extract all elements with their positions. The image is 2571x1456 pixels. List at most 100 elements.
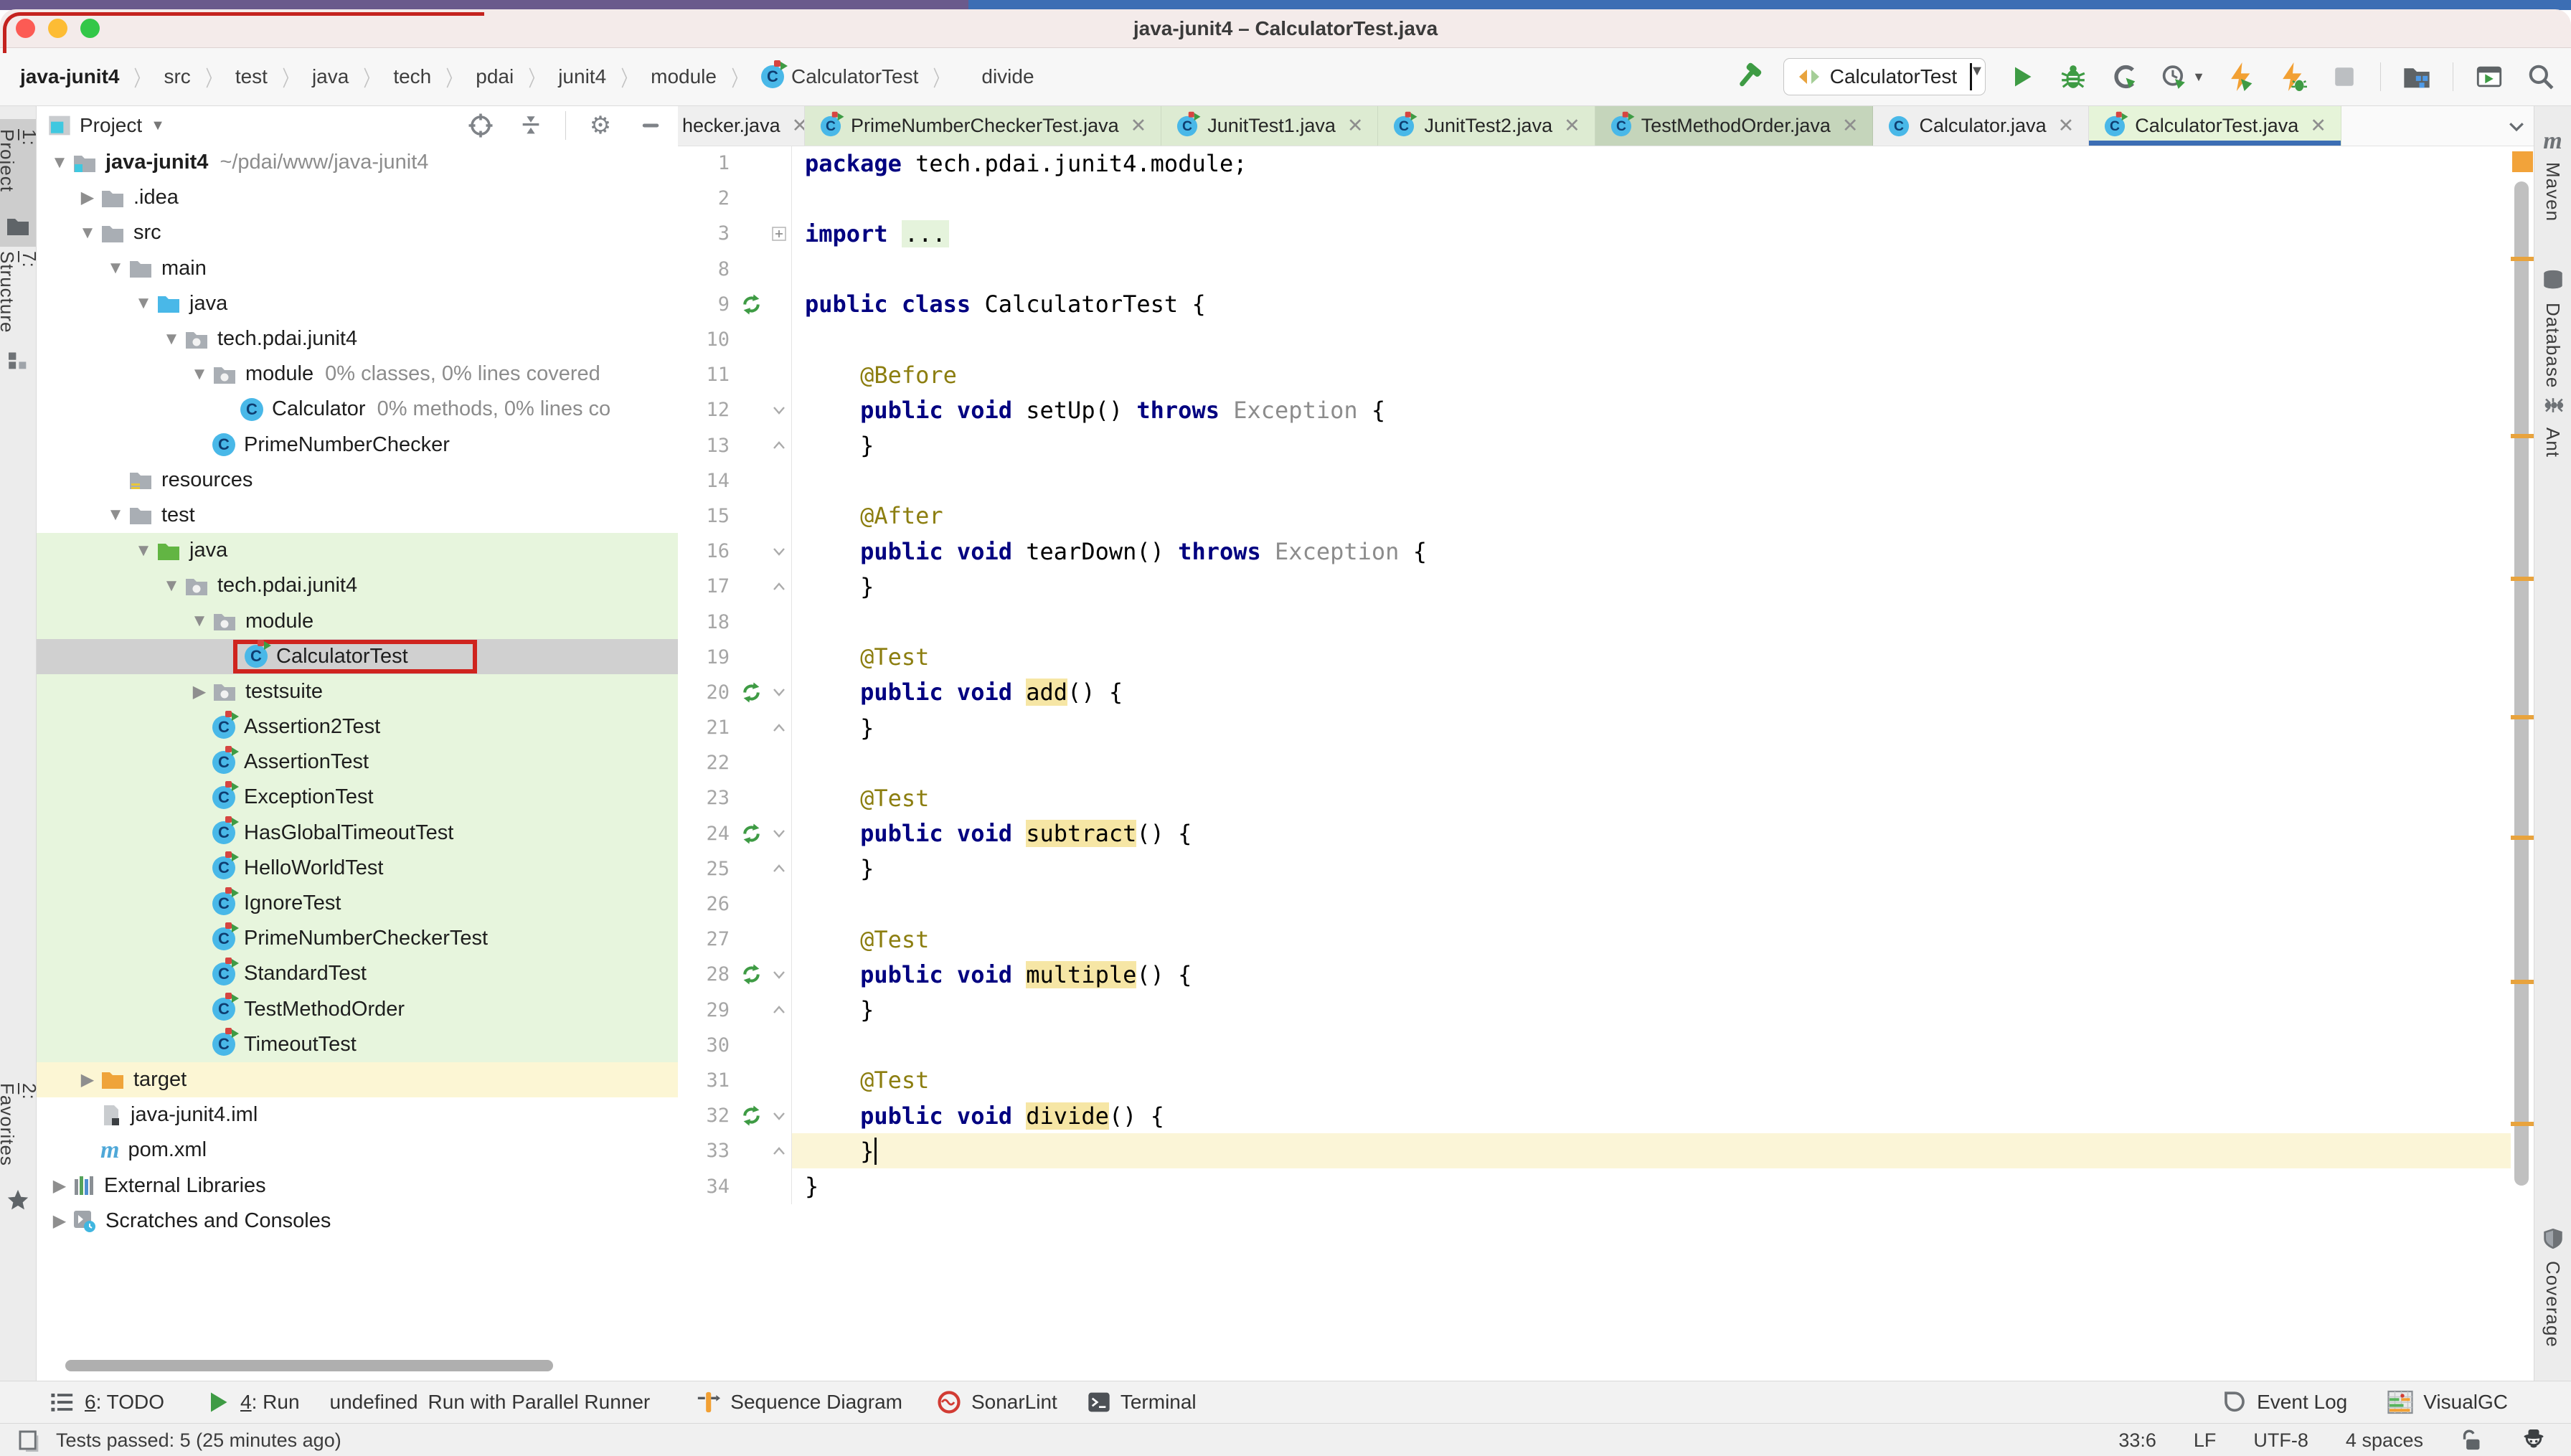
code-line-8[interactable]: 8 [678, 251, 2511, 287]
code-line-13[interactable]: 13 } [678, 427, 2511, 463]
breadcrumb-item-pdai[interactable]: pdai [474, 62, 515, 91]
fold-marker-icon[interactable] [767, 216, 792, 252]
breadcrumb-item-junit4[interactable]: junit4 [557, 62, 608, 91]
scrollbar-warning-mark[interactable] [2511, 980, 2534, 984]
chevron-expanded-icon[interactable]: ▼ [103, 505, 128, 525]
close-tab-icon[interactable]: ✕ [1347, 115, 1364, 137]
fold-marker-icon[interactable] [767, 957, 792, 993]
code-line-12[interactable]: 12 public void setUp() throws Exception … [678, 392, 2511, 428]
tree-item-AssertionTest[interactable]: C AssertionTest [37, 744, 678, 780]
search-everywhere-button[interactable] [2525, 61, 2557, 93]
breadcrumb-item-module[interactable]: module [649, 62, 718, 91]
file-encoding[interactable]: UTF-8 [2253, 1429, 2308, 1452]
close-tab-icon[interactable]: ✕ [1842, 115, 1859, 137]
breadcrumb-item-CalculatorTest[interactable]: C CalculatorTest [760, 60, 920, 91]
stripe-favorites-button[interactable]: 2: Favorites [0, 1073, 40, 1222]
code-line-18[interactable]: 18 [678, 604, 2511, 640]
tree-item-target[interactable]: ▶ target [37, 1062, 678, 1098]
chevron-expanded-icon[interactable]: ▼ [131, 541, 156, 561]
run-test-gutter-icon[interactable] [735, 963, 767, 985]
fold-marker-icon[interactable] [767, 1098, 792, 1134]
fold-marker-icon[interactable] [767, 427, 792, 463]
chevron-expanded-icon[interactable]: ▼ [75, 223, 100, 243]
tree-item-StandardTest[interactable]: C StandardTest [37, 956, 678, 992]
tree-item-External Libraries[interactable]: ▶ External Libraries [37, 1168, 678, 1203]
tree-item-testsuite[interactable]: ▶ testsuite [37, 673, 678, 709]
coverage-report-button[interactable] [2401, 61, 2433, 93]
stripe-project-button[interactable]: 1: Project [0, 119, 40, 247]
line-separator[interactable]: LF [2194, 1429, 2217, 1452]
profiler-button[interactable]: ▼ [2161, 63, 2205, 90]
toolwindow-button-event-log[interactable]: Event Log [2222, 1390, 2347, 1414]
debug-button[interactable] [2057, 61, 2089, 93]
code-line-1[interactable]: 1 package tech.pdai.junit4.module; [678, 146, 2511, 181]
code-line-20[interactable]: 20 public void add() { [678, 674, 2511, 710]
build-hammer-button[interactable] [1732, 61, 1763, 93]
code-line-25[interactable]: 25 } [678, 851, 2511, 887]
code-line-14[interactable]: 14 [678, 463, 2511, 498]
scrollbar-warning-mark[interactable] [2511, 715, 2534, 719]
run-button[interactable] [2006, 61, 2037, 93]
close-tab-icon[interactable]: ✕ [2310, 115, 2326, 137]
tree-item-ExceptionTest[interactable]: C ExceptionTest [37, 780, 678, 816]
code-line-27[interactable]: 27 @Test [678, 922, 2511, 958]
code-line-10[interactable]: 10 [678, 321, 2511, 358]
toolwindow-button-sonarlint[interactable]: SonarLint [937, 1390, 1057, 1414]
run-configuration-combo[interactable]: CalculatorTest ▼ [1783, 58, 1986, 95]
chevron-expanded-icon[interactable]: ▼ [187, 364, 212, 384]
fold-marker-icon[interactable] [767, 674, 792, 710]
code-line-34[interactable]: 34} [678, 1168, 2511, 1204]
fold-marker-icon[interactable] [767, 392, 792, 428]
tree-item-test[interactable]: ▼ test [37, 498, 678, 533]
close-tab-icon[interactable]: ✕ [1131, 115, 1147, 137]
tree-item-.idea[interactable]: ▶ .idea [37, 180, 678, 215]
chevron-expanded-icon[interactable]: ▼ [47, 153, 72, 173]
tree-item-pom.xml[interactable]: m pom.xml [37, 1133, 678, 1168]
chevron-collapsed-icon[interactable]: ▶ [187, 681, 212, 702]
tree-item-Scratches and Consoles[interactable]: ▶ Scratches and Consoles [37, 1204, 678, 1239]
code-line-24[interactable]: 24 public void subtract() { [678, 816, 2511, 851]
code-line-16[interactable]: 16 public void tearDown() throws Excepti… [678, 534, 2511, 569]
run-test-gutter-icon[interactable] [735, 1105, 767, 1127]
fold-marker-icon[interactable] [767, 569, 792, 605]
caret-position[interactable]: 33:6 [2118, 1429, 2156, 1452]
tree-item-Assertion2Test[interactable]: C Assertion2Test [37, 709, 678, 745]
fold-marker-icon[interactable] [767, 1133, 792, 1169]
stripe-ant-button[interactable]: Ant [2534, 383, 2571, 468]
scrollbar-warning-mark[interactable] [2511, 836, 2534, 840]
chevron-collapsed-icon[interactable]: ▶ [75, 187, 100, 208]
code-line-15[interactable]: 15 @After [678, 498, 2511, 534]
editor-tab-JunitTest1.java[interactable]: C JunitTest1.java ✕ [1161, 106, 1379, 146]
tree-item-Calculator[interactable]: C Calculator 0% methods, 0% lines co [37, 392, 678, 427]
run-test-gutter-icon[interactable] [735, 681, 767, 704]
chevron-expanded-icon[interactable]: ▼ [187, 611, 212, 631]
fold-marker-icon[interactable] [767, 851, 792, 887]
code-line-3[interactable]: 3 import ... [678, 216, 2511, 252]
chevron-collapsed-icon[interactable]: ▶ [75, 1069, 100, 1090]
stop-button[interactable] [2329, 61, 2360, 93]
code-line-23[interactable]: 23 @Test [678, 780, 2511, 816]
toolwindow-button-4-run[interactable]: 4: Run [204, 1389, 300, 1415]
tree-item-src[interactable]: ▼ src [37, 215, 678, 250]
code-line-28[interactable]: 28 public void multiple() { [678, 957, 2511, 993]
tree-item-CalculatorTest[interactable]: C CalculatorTest [37, 638, 678, 674]
stripe-structure-button[interactable]: 7: Structure [0, 241, 40, 383]
fold-marker-icon[interactable] [767, 534, 792, 569]
stripe-database-button[interactable]: Database [2534, 258, 2571, 398]
gear-icon[interactable]: ⚙ [585, 110, 616, 141]
tree-item-tech.pdai.junit4[interactable]: ▼ tech.pdai.junit4 [37, 568, 678, 604]
breadcrumb-item-java[interactable]: java [311, 62, 350, 91]
tree-item-PrimeNumberCheckerTest[interactable]: C PrimeNumberCheckerTest [37, 921, 678, 957]
tree-item-module[interactable]: ▼ module 0% classes, 0% lines covered [37, 356, 678, 392]
close-tab-icon[interactable]: ✕ [2058, 115, 2075, 137]
tree-item-HelloWorldTest[interactable]: C HelloWorldTest [37, 850, 678, 886]
editor-tab-hecker.java[interactable]: hecker.java ✕ [678, 106, 805, 146]
code-line-2[interactable]: 2 [678, 181, 2511, 217]
code-line-26[interactable]: 26 [678, 886, 2511, 922]
scrollbar-warning-mark[interactable] [2511, 577, 2534, 581]
collapse-all-button[interactable] [515, 110, 547, 141]
breadcrumb-item-java-junit4[interactable]: java-junit4 [19, 62, 121, 91]
indent-setting[interactable]: 4 spaces [2346, 1429, 2423, 1452]
horizontal-scrollbar[interactable] [65, 1360, 553, 1371]
code-editor[interactable]: 1 package tech.pdai.junit4.module; 2 3 impor… [678, 146, 2511, 1381]
